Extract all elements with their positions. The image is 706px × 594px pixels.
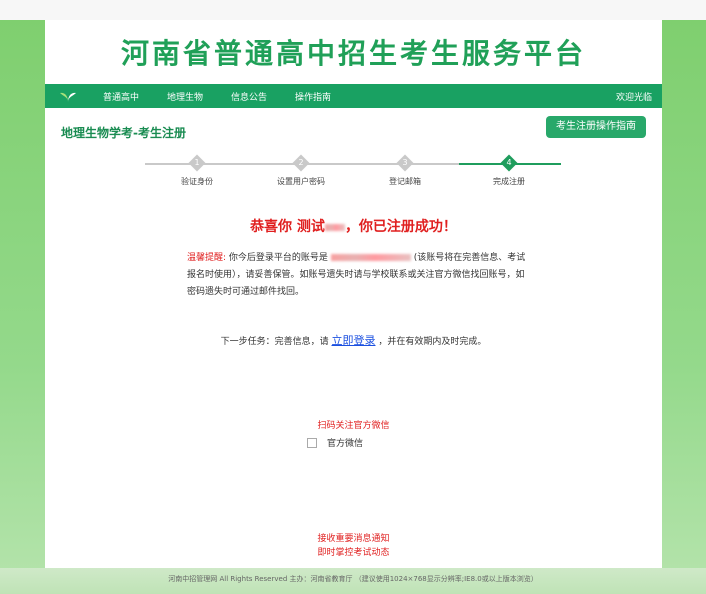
- background-right: [662, 20, 706, 594]
- nav-item-putong[interactable]: 普通高中: [103, 90, 139, 103]
- next-prefix: 下一步任务：完善信息，请: [220, 337, 329, 347]
- subheader: 地理生物学考-考生注册 考生注册操作指南: [45, 108, 662, 150]
- broken-image-icon: [307, 437, 317, 448]
- browser-top-strip: [0, 0, 706, 20]
- site-header: 河南省普通高中招生考生服务平台: [45, 20, 662, 84]
- success-message: 恭喜你 测试 ，你已注册成功！: [45, 216, 662, 236]
- page-title: 地理生物学考-考生注册: [61, 126, 186, 140]
- footer-text: 河南中招管理网 All Rights Reserved 主办：河南省教育厅 （建…: [168, 575, 538, 583]
- nav-item-guide[interactable]: 操作指南: [295, 90, 331, 103]
- notice-text: 温馨提醒: 你今后登录平台的账号是 (该账号将在完善信息、考试报名时使用），请妥…: [187, 250, 527, 301]
- wechat-image-alt: 官方微信: [327, 439, 364, 449]
- next-suffix: ，并在有效期内及时完成。: [378, 337, 487, 347]
- background-left: [0, 20, 45, 594]
- success-suffix: ，你已注册成功！: [344, 219, 457, 235]
- step-label-3: 登记邮箱: [389, 177, 421, 186]
- notice-label: 温馨提醒:: [187, 253, 227, 263]
- wechat-qr-image: 官方微信: [307, 436, 363, 449]
- step-label-4: 完成注册: [493, 177, 525, 186]
- info-line-2: 即时掌控考试动态: [317, 548, 390, 558]
- welcome-text: 欢迎光临: [615, 93, 652, 103]
- site-title: 河南省普通高中招生考生服务平台: [120, 37, 586, 70]
- next-task: 下一步任务：完善信息，请 立即登录 ，并在有效期内及时完成。: [45, 332, 662, 348]
- progress-steps: 1 验证身份 2 设置用户密码 3 登记邮箱 4 完成注册: [45, 150, 662, 200]
- redacted-account: [330, 254, 411, 261]
- wechat-scan-text: 扫码关注官方微信: [317, 421, 390, 431]
- step-number-4: 4: [506, 158, 512, 167]
- success-prefix: 恭喜你 测试: [250, 219, 325, 235]
- top-nav: 普通高中 地理生物 信息公告 操作指南 欢迎光临: [45, 84, 662, 108]
- notice-text-1: 你今后登录平台的账号是: [228, 253, 328, 263]
- nav-item-news[interactable]: 信息公告: [231, 90, 267, 103]
- leaf-logo-icon: [60, 92, 76, 102]
- step-label-1: 验证身份: [181, 177, 213, 186]
- nav-item-dili[interactable]: 地理生物: [167, 90, 203, 103]
- step-number-3: 3: [402, 158, 408, 167]
- info-line-1: 接收重要消息通知: [317, 534, 390, 544]
- step-number-2: 2: [298, 158, 304, 167]
- redacted-name: [324, 223, 345, 231]
- step-label-2: 设置用户密码: [277, 177, 325, 186]
- page-container: 河南省普通高中招生考生服务平台 普通高中 地理生物 信息公告 操作指南 欢迎光临…: [45, 20, 662, 568]
- step-number-1: 1: [194, 158, 200, 167]
- login-link[interactable]: 立即登录: [332, 334, 376, 347]
- guide-button[interactable]: 考生注册操作指南: [546, 116, 646, 138]
